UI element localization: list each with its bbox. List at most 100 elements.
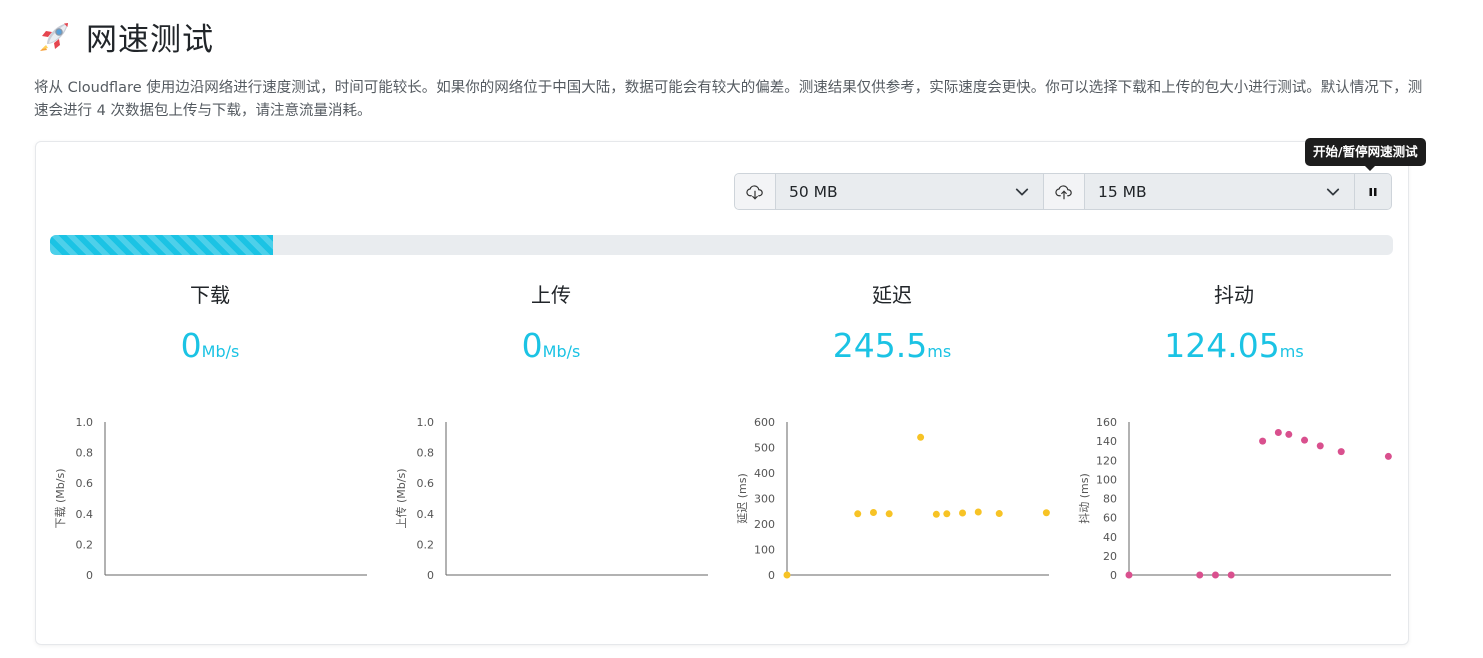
latency-metric: 延迟 245.5ms (722, 280, 1062, 365)
y-tick-label: 0.2 (417, 538, 435, 551)
data-point (917, 433, 925, 441)
data-point (1316, 442, 1324, 450)
y-tick-label: 0 (1110, 569, 1117, 582)
page-header: 网速测试 (36, 14, 214, 59)
download-speed-unit: Mb/s (201, 342, 240, 361)
page-description: 将从 Cloudflare 使用边沿网络进行速度测试，时间可能较长。如果你的网络… (34, 80, 1423, 119)
data-point (885, 510, 893, 518)
latency-number: 245.5 (832, 326, 928, 365)
y-tick-label: 600 (754, 416, 775, 429)
chevron-down-icon (1326, 188, 1340, 195)
jitter-unit: ms (1279, 342, 1304, 361)
data-point (869, 509, 877, 517)
y-tick-label: 0.8 (417, 447, 435, 460)
data-point (974, 508, 982, 516)
start-pause-button[interactable] (1355, 174, 1391, 209)
page-title: 网速测试 (86, 22, 214, 58)
y-tick-label: 0 (427, 569, 434, 582)
y-tick-label: 0.8 (76, 447, 94, 460)
data-point (1211, 571, 1219, 579)
test-progress-bar (50, 235, 1393, 255)
latency-chart: 0 100 200 300 400 500 600 延迟 (ms) (732, 408, 1072, 588)
data-point (1301, 436, 1309, 444)
download-metric: 下载 0Mb/s (40, 280, 380, 365)
data-point (943, 510, 951, 518)
download-value: 0Mb/s (40, 326, 380, 365)
y-axis-label: 延迟 (ms) (736, 473, 749, 524)
y-tick-label: 80 (1103, 493, 1117, 506)
y-axis-label: 下载 (Mb/s) (54, 469, 67, 529)
data-point (1227, 571, 1235, 579)
latency-value: 245.5ms (722, 326, 1062, 365)
y-tick-label: 0.4 (76, 508, 94, 521)
chevron-down-icon (1015, 188, 1029, 195)
data-point (932, 510, 940, 518)
latency-unit: ms (927, 342, 952, 361)
y-tick-label: 0 (768, 569, 775, 582)
y-tick-label: 0.4 (417, 508, 435, 521)
y-tick-label: 1.0 (76, 416, 94, 429)
jitter-metric: 抖动 124.05ms (1064, 280, 1404, 365)
data-point (1337, 448, 1345, 456)
data-point (1042, 509, 1050, 517)
cloud-download-icon (746, 184, 763, 199)
y-tick-label: 0.6 (76, 477, 94, 490)
toggle-tooltip: 开始/暂停网速测试 (1305, 138, 1426, 171)
y-tick-label: 0.6 (417, 477, 435, 490)
jitter-value: 124.05ms (1064, 326, 1404, 365)
data-point (1196, 571, 1204, 579)
data-point (1384, 452, 1392, 460)
y-tick-label: 0.2 (76, 538, 94, 551)
upload-metric: 上传 0Mb/s (381, 280, 721, 365)
y-tick-label: 100 (1096, 473, 1117, 486)
y-tick-label: 300 (754, 493, 775, 506)
y-tick-label: 20 (1103, 550, 1117, 563)
upload-chart: 0 0.2 0.4 0.6 0.8 1.0 上传 (Mb/s) (391, 408, 731, 588)
data-point (959, 509, 967, 517)
latency-label: 延迟 (872, 283, 912, 307)
upload-size-value: 15 MB (1098, 182, 1147, 201)
jitter-label: 抖动 (1214, 283, 1254, 307)
test-controls: 50 MB 15 MB (734, 173, 1392, 210)
download-chart: 0 0.2 0.4 0.6 0.8 1.0 下载 (Mb/s) (50, 408, 390, 588)
y-tick-label: 40 (1103, 531, 1117, 544)
jitter-number: 124.05 (1164, 326, 1280, 365)
y-axis-label: 抖动 (ms) (1077, 473, 1091, 524)
download-size-value: 50 MB (789, 182, 838, 201)
y-tick-label: 500 (754, 442, 775, 455)
data-point (1274, 429, 1282, 437)
data-point (1125, 571, 1133, 579)
y-axis-label: 上传 (Mb/s) (395, 469, 408, 529)
jitter-chart-svg: 0 20 40 60 80 100 120 140 160 抖动 (ms) (1077, 416, 1392, 582)
y-tick-label: 60 (1103, 512, 1117, 525)
y-tick-label: 400 (754, 467, 775, 480)
upload-value: 0Mb/s (381, 326, 721, 365)
upload-label: 上传 (531, 283, 571, 307)
y-tick-label: 100 (754, 544, 775, 557)
download-chart-svg: 0 0.2 0.4 0.6 0.8 1.0 下载 (Mb/s) (54, 416, 367, 582)
data-point (1259, 437, 1267, 445)
download-size-select[interactable]: 50 MB (776, 174, 1044, 209)
y-tick-label: 200 (754, 518, 775, 531)
data-point (1285, 430, 1293, 438)
pause-icon (1369, 187, 1377, 196)
upload-speed-number: 0 (521, 326, 543, 365)
y-tick-label: 160 (1096, 416, 1117, 429)
progress-fill (50, 235, 273, 255)
download-speed-number: 0 (180, 326, 202, 365)
data-point (783, 571, 791, 579)
y-tick-label: 120 (1096, 454, 1117, 467)
jitter-chart: 0 20 40 60 80 100 120 140 160 抖动 (ms) (1074, 408, 1414, 588)
y-tick-label: 140 (1096, 435, 1117, 448)
upload-chart-svg: 0 0.2 0.4 0.6 0.8 1.0 上传 (Mb/s) (395, 416, 708, 582)
cloud-upload-icon (1055, 184, 1072, 199)
y-tick-label: 0 (86, 569, 93, 582)
data-point (995, 510, 1003, 518)
latency-chart-svg: 0 100 200 300 400 500 600 延迟 (ms) (736, 416, 1050, 582)
data-point (854, 510, 862, 518)
rocket-icon (40, 22, 68, 51)
y-tick-label: 1.0 (417, 416, 435, 429)
download-size-addon (735, 174, 776, 209)
upload-size-select[interactable]: 15 MB (1085, 174, 1355, 209)
download-label: 下载 (190, 283, 230, 307)
